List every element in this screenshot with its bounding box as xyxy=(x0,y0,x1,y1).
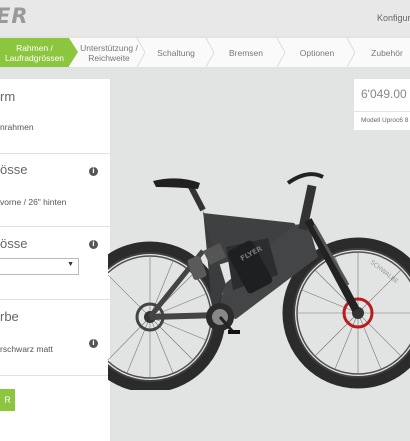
info-icon[interactable]: i xyxy=(89,240,98,249)
divider xyxy=(0,226,110,227)
model-name: Modell Uproc6 8 xyxy=(361,117,409,124)
frame-size-select[interactable]: ▼ xyxy=(0,258,79,275)
step-frame-wheel-size[interactable]: Rahmen / Laufradgrössen xyxy=(0,38,69,67)
divider xyxy=(0,375,110,376)
tire-logo: SCHWALBE xyxy=(369,259,400,285)
model-box: Modell Uproc6 8 xyxy=(354,112,410,130)
top-bar: ER Konfigura xyxy=(0,0,410,36)
step-options[interactable]: Optionen xyxy=(286,38,348,67)
chevron-down-icon: ▼ xyxy=(67,261,74,268)
step-separator xyxy=(276,38,286,67)
configurator-link[interactable]: Konfigura xyxy=(377,13,410,23)
step-navigation: Rahmen / Laufradgrössen Unterstützung / Re… xyxy=(0,38,410,67)
frame-size-title: össe xyxy=(0,236,28,251)
step-accessories[interactable]: Zubehör xyxy=(356,38,410,67)
step-gears[interactable]: Schaltung xyxy=(146,38,206,67)
step-separator xyxy=(205,38,215,67)
divider xyxy=(0,299,110,300)
continue-button[interactable]: R xyxy=(0,389,15,411)
frame-value[interactable]: nrahmen xyxy=(0,122,34,132)
info-icon[interactable]: i xyxy=(89,167,98,176)
step-separator xyxy=(136,38,146,67)
price-value: 6'049.00 xyxy=(361,87,407,101)
price-box: 6'049.00 xyxy=(354,79,410,111)
step-separator xyxy=(346,38,356,67)
divider xyxy=(0,153,110,154)
brand-logo[interactable]: ER xyxy=(0,4,29,28)
step-brakes[interactable]: Bremsen xyxy=(215,38,277,67)
step-arrow-active xyxy=(69,38,78,66)
step-support-range[interactable]: Unterstützung / Reichweite xyxy=(80,38,138,67)
frame-title: rm xyxy=(0,89,16,104)
color-title: rbe xyxy=(0,309,19,324)
bike-image: SCHWALBE FLYER xyxy=(108,172,410,390)
wheel-size-value[interactable]: vorne / 26" hinten xyxy=(0,197,66,207)
color-value[interactable]: rschwarz matt xyxy=(0,344,53,354)
info-icon[interactable]: i xyxy=(89,339,98,348)
wheel-size-title: össe xyxy=(0,162,28,177)
